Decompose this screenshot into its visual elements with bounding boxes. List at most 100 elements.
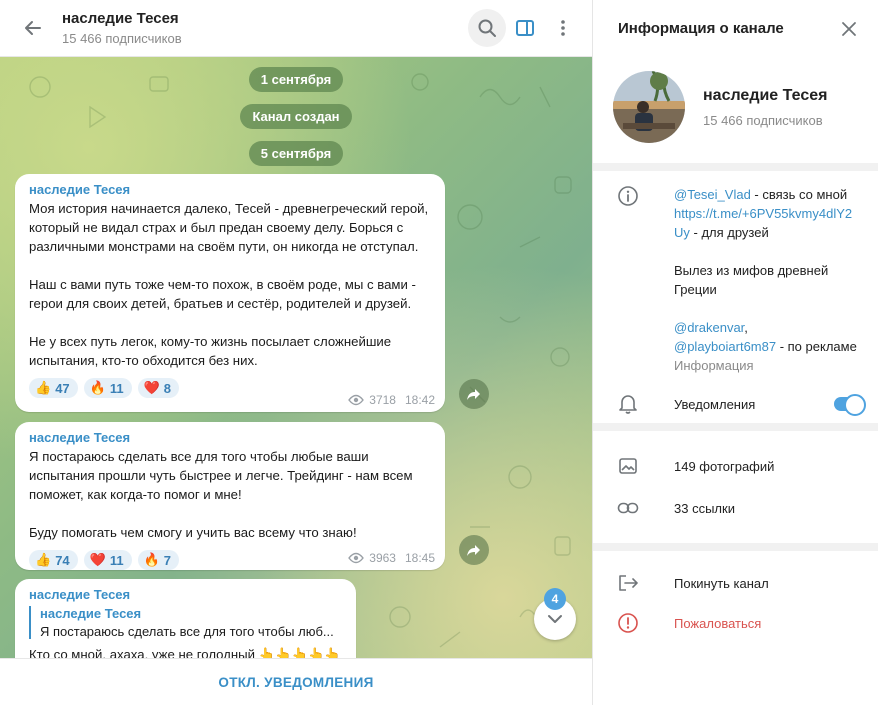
description-block: @Tesei_Vlad - связь со мной https://t.me… — [593, 171, 878, 423]
reaction-chip[interactable]: 👍 47 — [29, 378, 78, 398]
reaction-count: 11 — [109, 552, 124, 568]
media-block: 149 фотографий 33 ссылки — [593, 431, 878, 543]
report-label: Пожаловаться — [674, 615, 762, 631]
post-time: 18:45 — [404, 551, 435, 565]
channel-avatar[interactable] — [613, 71, 685, 143]
scroll-down-button[interactable]: 4 — [534, 588, 576, 640]
channel-description: @Tesei_Vlad - связь со мной https://t.me… — [674, 187, 857, 373]
reaction-count: 47 — [55, 380, 70, 396]
arrow-left-icon — [25, 21, 41, 35]
view-count: 3718 — [369, 393, 396, 407]
report-row[interactable]: Пожаловаться — [593, 603, 878, 643]
quote-author: наследие Тесея — [40, 606, 142, 621]
sidebar-panel-icon — [516, 20, 534, 36]
channel-tagline: Вылез из мифов древней Греции — [674, 263, 829, 297]
invite-suffix: - для друзей — [689, 225, 769, 240]
eye-icon — [348, 552, 365, 564]
reaction-count: 7 — [163, 552, 172, 568]
reply-quote[interactable]: наследие Тесея Я постараюсь сделать все … — [29, 606, 344, 639]
bell-icon — [617, 393, 639, 415]
notifications-toggle[interactable] — [834, 394, 866, 416]
reaction-emoji: 🔥 — [89, 380, 106, 395]
reaction-chip[interactable]: 👍 74 — [29, 550, 78, 570]
date-separator: 1 сентября — [248, 67, 344, 92]
notifications-row[interactable]: Уведомления — [593, 375, 878, 416]
exit-icon — [617, 572, 639, 594]
share-button[interactable] — [459, 379, 489, 409]
post-meta: 3963 18:45 — [348, 551, 435, 565]
back-button[interactable] — [14, 9, 52, 47]
reaction-count: 11 — [109, 380, 124, 396]
channel-name: наследие Тесея — [703, 86, 828, 104]
mute-notifications-button[interactable]: ОТКЛ. УВЕДОМЛЕНИЯ — [218, 675, 373, 690]
share-button[interactable] — [459, 535, 489, 565]
service-message: Канал создан — [240, 104, 352, 129]
photos-label: 149 фотографий — [674, 458, 775, 474]
post-text: Моя история начинается далеко, Тесей - д… — [29, 201, 429, 368]
notifications-label: Уведомления — [674, 396, 756, 412]
post-time: 18:42 — [404, 393, 435, 407]
more-button[interactable] — [544, 9, 582, 47]
chat-title: наследие Тесея — [62, 10, 179, 27]
search-icon — [478, 19, 496, 37]
reaction-count: 74 — [55, 552, 70, 568]
reaction-emoji: 👍 — [35, 552, 52, 567]
links-label: 33 ссылки — [674, 500, 735, 516]
reaction-count: 8 — [163, 380, 172, 396]
reaction-emoji: 👍 — [35, 380, 52, 395]
eye-icon — [348, 394, 365, 406]
leave-channel-label: Покинуть канал — [674, 575, 769, 591]
share-arrow-icon — [467, 545, 480, 556]
share-arrow-icon — [467, 389, 480, 400]
info-title: Информация о канале — [618, 20, 784, 37]
info-header: Информация о канале — [593, 0, 878, 57]
channel-profile: наследие Тесея 15 466 подписчиков — [593, 57, 878, 163]
reaction-chip[interactable]: 🔥 11 — [83, 378, 132, 398]
close-button[interactable] — [830, 10, 868, 48]
alert-icon — [617, 612, 639, 634]
chat-pane: наследие Тесея 15 466 подписчиков 1 сент… — [0, 0, 593, 705]
handle-link[interactable]: @Tesei_Vlad — [674, 187, 751, 202]
date-separator: 5 сентября — [248, 141, 344, 166]
ad-suffix: - по рекламе — [776, 339, 857, 354]
close-icon — [842, 21, 856, 36]
post-meta: 3718 18:42 — [348, 393, 435, 407]
reaction-chip[interactable]: ❤️ 11 — [83, 550, 132, 570]
post-author[interactable]: наследие Тесея — [29, 587, 344, 602]
reaction-emoji: ❤️ — [89, 552, 106, 567]
channel-subscribers: 15 466 подписчиков — [703, 112, 823, 128]
photo-icon — [617, 455, 639, 477]
leave-channel-row[interactable]: Покинуть канал — [593, 563, 878, 603]
search-button[interactable] — [468, 9, 506, 47]
post-text: Кто со мной, ахаха, уже не голодный 👆👆👆👆… — [29, 647, 341, 658]
quote-text: Я постараюсь сделать все для того чтобы … — [40, 624, 334, 639]
actions-block: Покинуть канал Пожаловаться — [593, 551, 878, 705]
chat-title-block[interactable]: наследие Тесея 15 466 подписчиков — [62, 10, 468, 46]
reaction-chip[interactable]: 🔥 7 — [137, 550, 180, 570]
ad-link-1[interactable]: @drakenvar — [674, 320, 744, 335]
post-author[interactable]: наследие Тесея — [29, 430, 433, 445]
post-text: Я постараюсь сделать все для того чтобы … — [29, 449, 413, 540]
info-icon — [617, 185, 639, 207]
chevron-down-icon — [548, 615, 562, 623]
handle-suffix: - связь со мной — [750, 187, 848, 202]
ad-link-2[interactable]: @playboiart6m87 — [674, 339, 776, 354]
channel-info-pane: Информация о канале наследие Тесея 15 46… — [593, 0, 878, 705]
sidebar-toggle-button[interactable] — [506, 9, 544, 47]
channel-post[interactable]: наследие Тесея наследие Тесея Я постараю… — [15, 579, 356, 658]
channel-post[interactable]: наследие Тесея Я постараюсь сделать все … — [15, 422, 445, 570]
reaction-emoji: ❤️ — [143, 380, 160, 395]
post-author[interactable]: наследие Тесея — [29, 182, 433, 197]
link-icon — [617, 497, 639, 519]
chat-subscribers: 15 466 подписчиков — [62, 31, 182, 46]
reaction-chip[interactable]: ❤️ 8 — [137, 378, 180, 398]
chat-header: наследие Тесея 15 466 подписчиков — [0, 0, 592, 57]
chat-footer: ОТКЛ. УВЕДОМЛЕНИЯ — [0, 658, 592, 705]
view-count: 3963 — [369, 551, 396, 565]
photos-row[interactable]: 149 фотографий — [593, 445, 878, 487]
chat-messages-area[interactable]: 1 сентября Канал создан 5 сентября насле… — [0, 57, 592, 658]
description-caption: Информация — [674, 358, 754, 373]
channel-post[interactable]: наследие Тесея Моя история начинается да… — [15, 174, 445, 412]
links-row[interactable]: 33 ссылки — [593, 487, 878, 529]
more-vertical-icon — [561, 20, 565, 36]
